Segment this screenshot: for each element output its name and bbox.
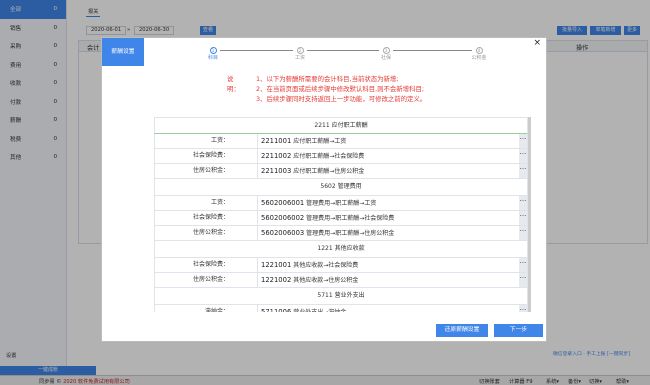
step-number: 2: [296, 47, 304, 54]
account-code: 5602006003: [261, 229, 305, 237]
account-code: 1221002: [261, 276, 292, 284]
account-mapping-row: 社会保险费： 5602006002 管理费用→职工薪酬→社会保险费 ···: [154, 211, 528, 226]
account-mapping-row: 住房公积金： 5602006003 管理费用→职工薪酬→住房公积金 ···: [154, 226, 528, 241]
account-group-header: 2211 应付职工薪酬: [154, 117, 528, 134]
account-code: 2211002: [261, 152, 292, 160]
account-group-header: 1221 其他应收款: [154, 241, 528, 258]
account-field[interactable]: 2211002 应付职工薪酬→社会保险费: [257, 149, 364, 163]
step-number: 3: [382, 47, 390, 54]
reset-salary-settings-button[interactable]: 还原薪酬设置: [436, 324, 488, 337]
account-field[interactable]: 5602006003 管理费用→职工薪酬→住房公积金: [257, 226, 394, 240]
account-path: 管理费用→职工薪酬→住房公积金: [306, 230, 395, 237]
more-icon[interactable]: ···: [519, 211, 527, 225]
account-path: 管理费用→职工薪酬→工资: [306, 200, 377, 207]
account-path: 营业外支出→滞纳金: [293, 309, 346, 312]
step-label: 科目: [207, 55, 218, 61]
account-code: 2211001: [261, 137, 292, 145]
step-connector: [307, 50, 379, 51]
account-path: 应付职工薪酬→住房公积金: [293, 168, 365, 175]
account-path: 其他应收款→住房公积金: [293, 277, 359, 284]
more-icon[interactable]: ···: [519, 164, 527, 178]
account-mapping-row: 滞纳金： 5711006 营业外支出→滞纳金 ···: [154, 305, 528, 312]
note-line: 3、后续步骤同时支持返回上一步功能，可修改之前的定义。: [256, 95, 427, 103]
account-path: 管理费用→职工薪酬→社会保险费: [306, 215, 395, 222]
item-name: 住房公积金：: [192, 167, 229, 174]
account-field[interactable]: 5711006 营业外支出→滞纳金: [257, 305, 346, 312]
account-mapping-row: 工资： 2211001 应付职工薪酬→工资 ···: [154, 134, 528, 149]
account-code: 5711006: [261, 308, 292, 312]
account-mapping-row: 社会保险费： 2211002 应付职工薪酬→社会保险费 ···: [154, 149, 528, 164]
next-step-button[interactable]: 下一步: [494, 324, 543, 337]
more-icon[interactable]: ···: [519, 134, 527, 148]
scrollbar[interactable]: [528, 117, 531, 312]
account-mapping-row: 住房公积金： 1221002 其他应收款→住房公积金 ···: [154, 273, 528, 288]
item-name: 社会保险费：: [192, 152, 229, 159]
account-mapping-row: 住房公积金： 2211003 应付职工薪酬→住房公积金 ···: [154, 164, 528, 179]
item-name: 工资：: [210, 199, 229, 206]
account-path: 应付职工薪酬→社会保险费: [293, 153, 365, 160]
account-field[interactable]: 2211001 应付职工薪酬→工资: [257, 134, 346, 148]
account-path: 应付职工薪酬→工资: [293, 138, 347, 145]
step-connector: [220, 50, 293, 51]
more-icon[interactable]: ···: [519, 149, 527, 163]
item-name: 社会保险费：: [192, 214, 229, 221]
close-icon[interactable]: ×: [533, 39, 541, 48]
account-mapping-table: 2211 应付职工薪酬 工资： 2211001 应付职工薪酬→工资 ··· 社会保险费：…: [154, 117, 528, 312]
step-indicator: 4 公积金: [464, 47, 494, 61]
note-line: 1、以下为薪酬所需要的会计科目,当前状态为新增;: [256, 75, 399, 83]
account-code: 5602006002: [261, 214, 305, 222]
note-line: 2、在当前页面或后续步骤中修改默认科目,则不会新增科目;: [256, 85, 425, 93]
account-mapping-row: 工资： 5602006001 管理费用→职工薪酬→工资 ···: [154, 196, 528, 211]
account-field[interactable]: 1221002 其他应收款→住房公积金: [257, 273, 358, 287]
account-code: 5602006001: [261, 199, 305, 207]
step-connector: [393, 50, 472, 51]
step-number: 1: [209, 47, 217, 54]
item-name: 社会保险费：: [192, 261, 229, 268]
more-icon[interactable]: ···: [519, 196, 527, 210]
account-mapping-row: 社会保险费： 1221001 其他应收款→社会保险费 ···: [154, 258, 528, 273]
item-name: 滞纳金：: [204, 308, 229, 312]
more-icon[interactable]: ···: [519, 258, 527, 272]
account-field[interactable]: 5602006001 管理费用→职工薪酬→工资: [257, 196, 376, 210]
step-label: 社保: [380, 55, 391, 61]
item-name: 住房公积金：: [192, 276, 229, 283]
notes-label: 说明：: [227, 75, 240, 93]
account-field[interactable]: 1221001 其他应收款→社会保险费: [257, 258, 358, 272]
account-code: 1221001: [261, 261, 292, 269]
step-label: 工资: [294, 55, 305, 61]
more-icon[interactable]: ···: [519, 226, 527, 240]
item-name: 住房公积金：: [192, 229, 229, 236]
account-code: 2211003: [261, 167, 292, 175]
step-label: 公积金: [471, 55, 487, 61]
account-group-header: 5602 管理费用: [154, 179, 528, 196]
more-icon[interactable]: ···: [519, 273, 527, 287]
account-field[interactable]: 5602006002 管理费用→职工薪酬→社会保险费: [257, 211, 394, 225]
account-field[interactable]: 2211003 应付职工薪酬→住房公积金: [257, 164, 364, 178]
more-icon[interactable]: ···: [519, 305, 527, 312]
step-number: 4: [475, 47, 483, 54]
account-group-header: 5711 营业外支出: [154, 288, 528, 305]
item-name: 工资：: [210, 137, 229, 144]
salary-settings-dialog: 薪酬设置 × 1 科目 2 工资 3 社保 4 公积金 说明： 1、以下为薪酬所需要的会计科目…: [101, 37, 547, 342]
dialog-title: 薪酬设置: [102, 38, 144, 66]
account-path: 其他应收款→社会保险费: [293, 262, 359, 269]
